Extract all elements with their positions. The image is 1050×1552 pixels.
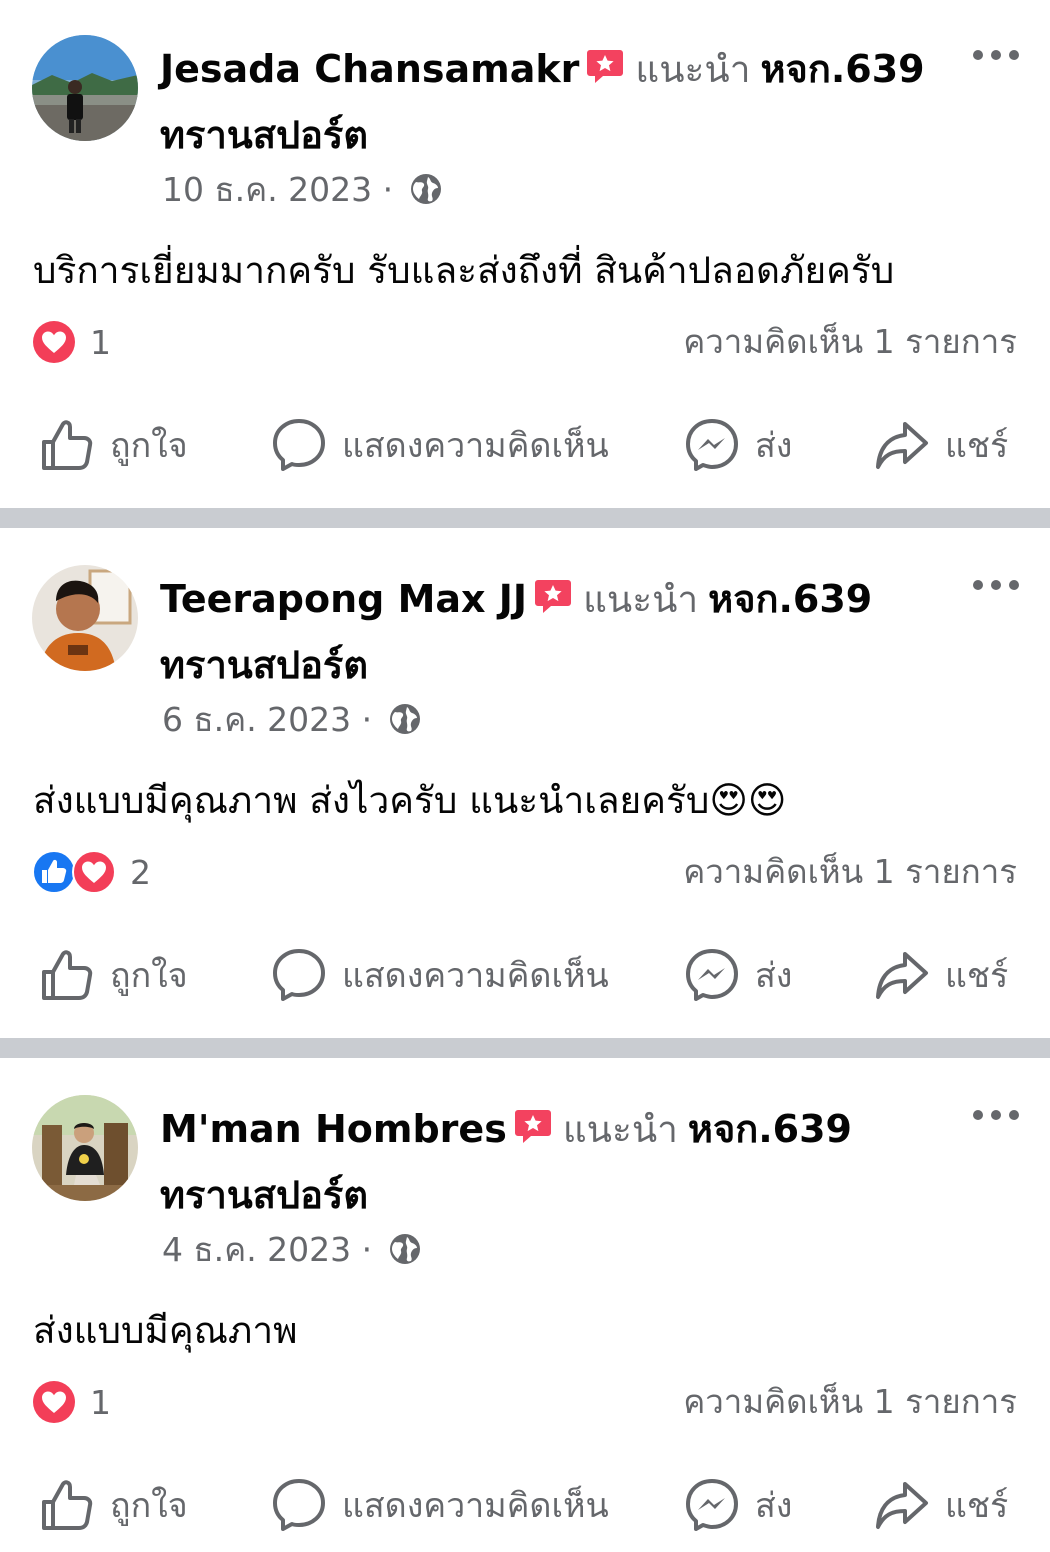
share-button[interactable]: แชร์ — [875, 1470, 1008, 1540]
avatar-photo — [32, 565, 138, 671]
comment-count-link[interactable]: ความคิดเห็น 1 รายการ — [683, 1380, 1017, 1424]
comment-button[interactable]: แสดงความคิดเห็น — [272, 410, 609, 480]
reaction-count: 2 — [130, 852, 151, 892]
more-options-icon[interactable] — [970, 570, 1022, 600]
send-button[interactable]: ส่ง — [685, 1470, 792, 1540]
comment-bubble-icon — [273, 1479, 325, 1531]
thumbs-up-icon — [42, 1480, 93, 1530]
action-bar: ถูกใจ แสดงความคิดเห็น ส่ง แชร์ — [0, 940, 1050, 1010]
page-name[interactable]: หจก.639 — [708, 577, 872, 621]
action-bar: ถูกใจ แสดงความคิดเห็น ส่ง แชร์ — [0, 410, 1050, 480]
review-post-3: M'man Hombres แนะนำ หจก.639 ทรานสปอร์ต 4 ธ… — [0, 1060, 1050, 1552]
avatar[interactable] — [32, 565, 138, 671]
post-date[interactable]: 10 ธ.ค. 2023 — [162, 170, 372, 209]
comment-bubble-icon — [273, 419, 325, 471]
comment-count-link[interactable]: ความคิดเห็น 1 รายการ — [683, 320, 1017, 364]
share-arrow-icon — [876, 422, 928, 469]
meta-separator: · — [382, 170, 394, 209]
post-header: M'man Hombres แนะนำ หจก.639 ทรานสปอร์ต — [160, 1100, 960, 1232]
messenger-icon — [686, 419, 738, 471]
recommend-label: แนะนำ — [562, 1108, 678, 1151]
review-text: ส่งแบบมีคุณภาพ — [33, 1309, 298, 1352]
share-arrow-icon — [876, 1482, 928, 1529]
post-meta: 10 ธ.ค. 2023 · — [162, 168, 442, 212]
share-arrow-icon — [876, 952, 928, 999]
review-post-2: Teerapong Max JJ แนะนำ หจก.639 ทรานสปอร์ต … — [0, 530, 1050, 1038]
share-label: แชร์ — [945, 956, 1009, 996]
avatar-photo — [32, 35, 138, 141]
recommend-badge-icon — [587, 50, 624, 83]
messenger-icon — [686, 1479, 738, 1531]
recommend-badge-icon — [514, 1110, 551, 1143]
love-reaction-icon — [33, 1381, 75, 1423]
thumbs-up-icon — [42, 420, 93, 470]
review-text: ส่งแบบมีคุณภาพ ส่งไวครับ แนะนำเลยครับ😍😍 — [33, 779, 787, 822]
comment-button[interactable]: แสดงความคิดเห็น — [272, 1470, 609, 1540]
review-text: บริการเยี่ยมมากครับ รับและส่งถึงที่ สินค… — [33, 249, 895, 292]
action-bar: ถูกใจ แสดงความคิดเห็น ส่ง แชร์ — [0, 1470, 1050, 1540]
avatar-photo — [32, 1095, 138, 1201]
reaction-count: 1 — [90, 1382, 111, 1422]
meta-separator: · — [361, 1230, 373, 1269]
globe-icon — [410, 174, 441, 204]
comment-label: แสดงความคิดเห็น — [342, 956, 609, 996]
send-label: ส่ง — [755, 426, 793, 466]
post-divider — [0, 508, 1050, 528]
like-label: ถูกใจ — [110, 1486, 188, 1526]
love-reaction-icon — [33, 321, 75, 363]
more-options-icon[interactable] — [970, 40, 1022, 70]
page-name[interactable]: หจก.639 — [761, 47, 925, 91]
send-label: ส่ง — [755, 1486, 793, 1526]
comment-bubble-icon — [273, 949, 325, 1001]
reaction-summary[interactable]: 1 — [32, 320, 111, 364]
send-button[interactable]: ส่ง — [685, 410, 792, 480]
avatar[interactable] — [32, 1095, 138, 1201]
post-header: Teerapong Max JJ แนะนำ หจก.639 ทรานสปอร์ต — [160, 570, 960, 702]
send-label: ส่ง — [755, 956, 793, 996]
post-header: Jesada Chansamakr แนะนำ หจก.639 ทรานสปอร์ต — [160, 40, 960, 172]
comment-label: แสดงความคิดเห็น — [342, 426, 609, 466]
thumbs-up-icon — [42, 950, 93, 1000]
reaction-count: 1 — [90, 322, 111, 362]
meta-separator: · — [361, 700, 373, 739]
recommend-label: แนะนำ — [583, 578, 699, 621]
like-label: ถูกใจ — [110, 956, 188, 996]
comment-count-link[interactable]: ความคิดเห็น 1 รายการ — [683, 850, 1017, 894]
post-meta: 4 ธ.ค. 2023 · — [162, 1228, 421, 1272]
post-meta: 6 ธ.ค. 2023 · — [162, 698, 421, 742]
globe-icon — [389, 704, 420, 734]
reaction-summary[interactable]: 2 — [32, 850, 151, 894]
avatar[interactable] — [32, 35, 138, 141]
share-button[interactable]: แชร์ — [875, 940, 1008, 1010]
comment-label: แสดงความคิดเห็น — [342, 1486, 609, 1526]
like-button[interactable]: ถูกใจ — [40, 940, 188, 1010]
recommend-label: แนะนำ — [635, 48, 751, 91]
review-post-1: Jesada Chansamakr แนะนำ หจก.639 ทรานสปอร์ต… — [0, 0, 1050, 508]
love-reaction-icon — [72, 850, 116, 894]
post-date[interactable]: 4 ธ.ค. 2023 — [162, 1230, 351, 1269]
recommend-badge-icon — [535, 580, 572, 613]
page-name-line-2[interactable]: ทรานสปอร์ต — [160, 113, 368, 157]
share-label: แชร์ — [945, 426, 1009, 466]
author-name[interactable]: Teerapong Max JJ — [160, 577, 527, 621]
author-name[interactable]: Jesada Chansamakr — [160, 47, 579, 91]
page-name-line-2[interactable]: ทรานสปอร์ต — [160, 643, 368, 687]
more-options-icon[interactable] — [970, 1100, 1022, 1130]
post-date[interactable]: 6 ธ.ค. 2023 — [162, 700, 351, 739]
messenger-icon — [686, 949, 738, 1001]
like-label: ถูกใจ — [110, 426, 188, 466]
page-name[interactable]: หจก.639 — [688, 1107, 852, 1151]
like-button[interactable]: ถูกใจ — [40, 1470, 188, 1540]
post-divider — [0, 1038, 1050, 1058]
share-label: แชร์ — [945, 1486, 1009, 1526]
globe-icon — [389, 1234, 420, 1264]
share-button[interactable]: แชร์ — [875, 410, 1008, 480]
send-button[interactable]: ส่ง — [685, 940, 792, 1010]
like-reaction-icon — [32, 850, 76, 894]
page-name-line-2[interactable]: ทรานสปอร์ต — [160, 1173, 368, 1217]
author-name[interactable]: M'man Hombres — [160, 1107, 507, 1151]
like-button[interactable]: ถูกใจ — [40, 410, 188, 480]
comment-button[interactable]: แสดงความคิดเห็น — [272, 940, 609, 1010]
reaction-summary[interactable]: 1 — [32, 1380, 111, 1424]
